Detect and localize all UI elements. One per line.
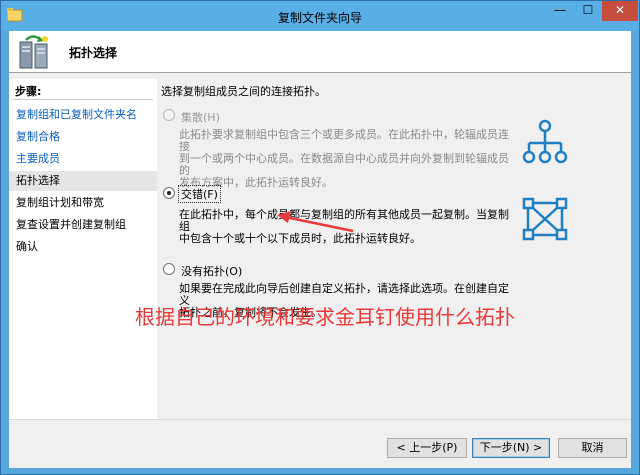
hub-spoke-description-line: 发布方案中，此拓扑运转良好。 — [179, 176, 333, 189]
replication-wizard-icon — [19, 35, 48, 69]
step-topology-selection: 拓扑选择 — [9, 171, 157, 191]
intro-text: 选择复制组成员之间的连接拓扑。 — [161, 85, 326, 98]
wizard-footer: < 上一步(P) 下一步(N) > 取消 — [9, 419, 631, 468]
steps-title: 步骤: — [15, 85, 42, 98]
step-review-create: 复查设置并创建复制组 — [16, 218, 126, 231]
full-mesh-topology-icon — [522, 197, 568, 241]
hub-spoke-description-line: 此拓扑要求复制组中包含三个或更多成员。在此拓扑中，轮辐成员连接 — [179, 128, 509, 153]
red-arrow-annotation — [277, 211, 354, 233]
step-confirmation: 确认 — [16, 240, 38, 253]
title-bar[interactable]: 复制文件夹向导 — ☐ ✕ — [1, 1, 639, 31]
hub-spoke-description-line: 到一个或两个中心成员。在数据源自中心成员并向外复制到轮辐成员的 — [179, 152, 509, 177]
minimize-button[interactable]: — — [546, 1, 574, 21]
hub-spoke-topology-icon — [522, 119, 568, 164]
step-primary-member[interactable]: 主要成员 — [9, 149, 157, 169]
hub-spoke-radio — [163, 109, 175, 121]
full-mesh-label[interactable]: 交错(F) — [178, 185, 221, 203]
steps-panel: 步骤: 复制组和已复制文件夹名 复制合格 主要成员 拓扑选择 复制组计划和带宽 … — [9, 79, 157, 419]
close-button[interactable]: ✕ — [602, 1, 638, 21]
topology-content: 选择复制组成员之间的连接拓扑。 集散(H) 此拓扑要求复制组中包含三个或更多成员… — [135, 79, 631, 419]
wizard-client-area: 拓扑选择 步骤: 复制组和已复制文件夹名 复制合格 主要成员 拓扑选择 复制组计… — [9, 31, 631, 468]
page-title: 拓扑选择 — [69, 46, 118, 60]
step-replication-eligibility[interactable]: 复制合格 — [9, 127, 157, 147]
no-topology-label[interactable]: 没有拓扑(O) — [181, 263, 242, 279]
window-title: 复制文件夹向导 — [277, 11, 362, 25]
hub-spoke-description: 此拓扑要求复制组中包含三个或更多成员。在此拓扑中，轮辐成员连接 到一个或两个中心… — [179, 129, 509, 189]
back-button[interactable]: < 上一步(P) — [387, 438, 467, 458]
hub-spoke-label: 集散(H) — [181, 111, 220, 124]
wizard-header: 拓扑选择 — [9, 31, 631, 73]
steps-divider — [13, 99, 153, 100]
next-button[interactable]: 下一步(N) > — [472, 438, 550, 458]
step-schedule-bandwidth: 复制组计划和带宽 — [16, 196, 104, 209]
full-mesh-description-line: 中包含十个或十个以下成员时，此拓扑运转良好。 — [179, 232, 421, 245]
step-replication-group-name[interactable]: 复制组和已复制文件夹名 — [9, 105, 157, 125]
maximize-button[interactable]: ☐ — [574, 1, 602, 21]
annotation-text: 根据自己的环境和要求金耳钉使用什么拓扑 — [135, 305, 515, 329]
full-mesh-radio[interactable] — [163, 187, 175, 199]
no-topology-radio[interactable] — [163, 263, 175, 275]
cancel-button[interactable]: 取消 — [558, 438, 627, 458]
wizard-window: 复制文件夹向导 — ☐ ✕ 拓扑选择 步骤: 复制组和已复制文件夹名 复制合格 — [0, 0, 640, 475]
